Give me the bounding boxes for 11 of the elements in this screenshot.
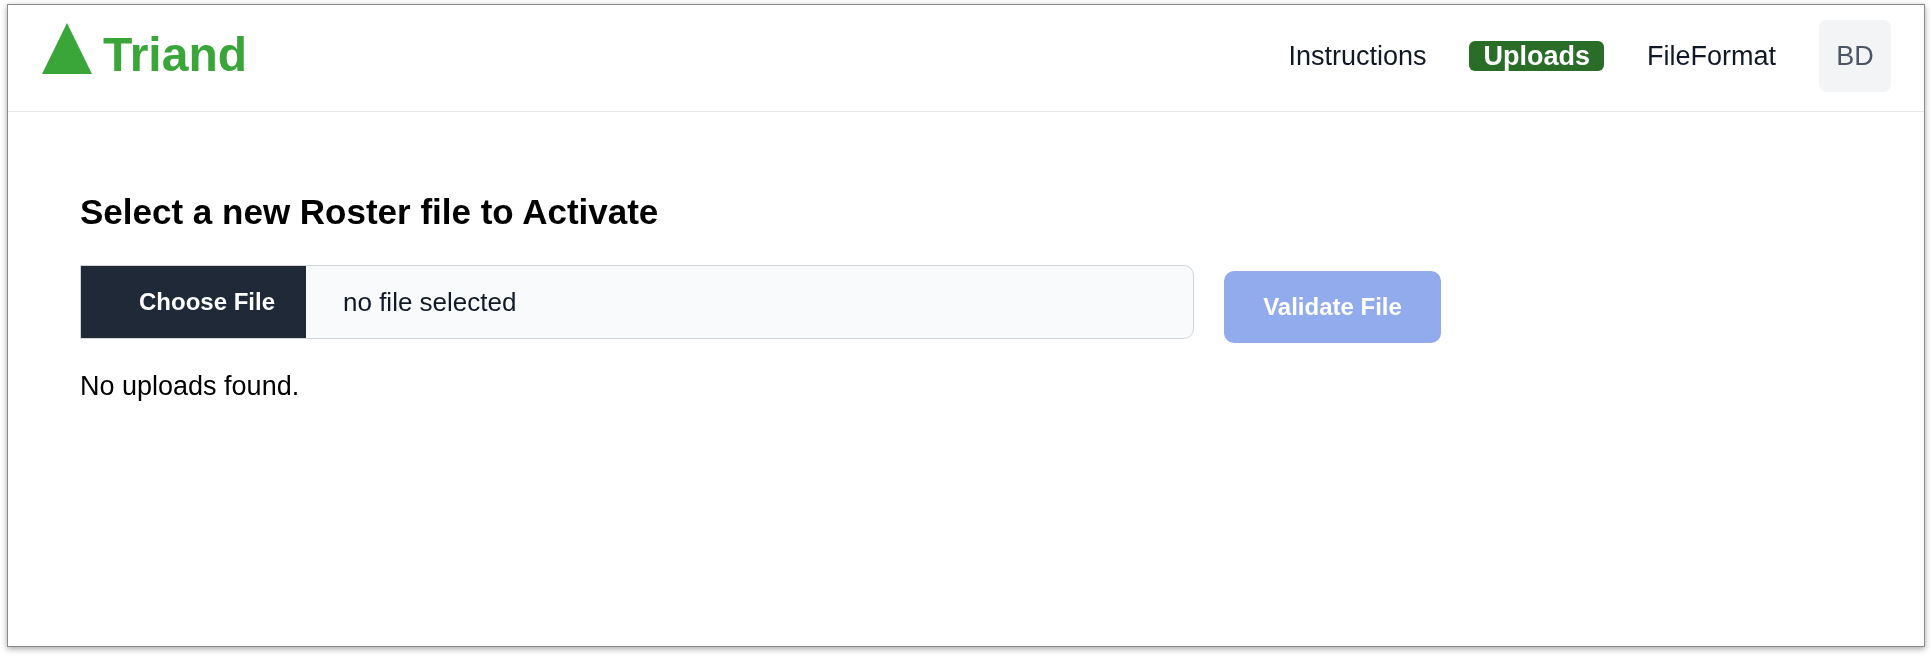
file-status-text: no file selected	[343, 285, 517, 319]
empty-uploads-message: No uploads found.	[80, 370, 301, 402]
file-input-field[interactable]: Choose File no file selected	[80, 265, 1194, 339]
logo-text: Triand	[103, 31, 248, 79]
choose-file-button[interactable]: Choose File	[81, 266, 306, 338]
triangle-logo-icon	[42, 23, 92, 74]
nav-tab[interactable]: FileFormat	[1633, 41, 1790, 71]
nav-tab[interactable]: Instructions	[1274, 41, 1441, 71]
section-heading: Select a new Roster file to Activate	[80, 191, 660, 233]
nav-tab[interactable]: Uploads	[1469, 41, 1604, 71]
avatar-button[interactable]: BD	[1819, 20, 1891, 92]
